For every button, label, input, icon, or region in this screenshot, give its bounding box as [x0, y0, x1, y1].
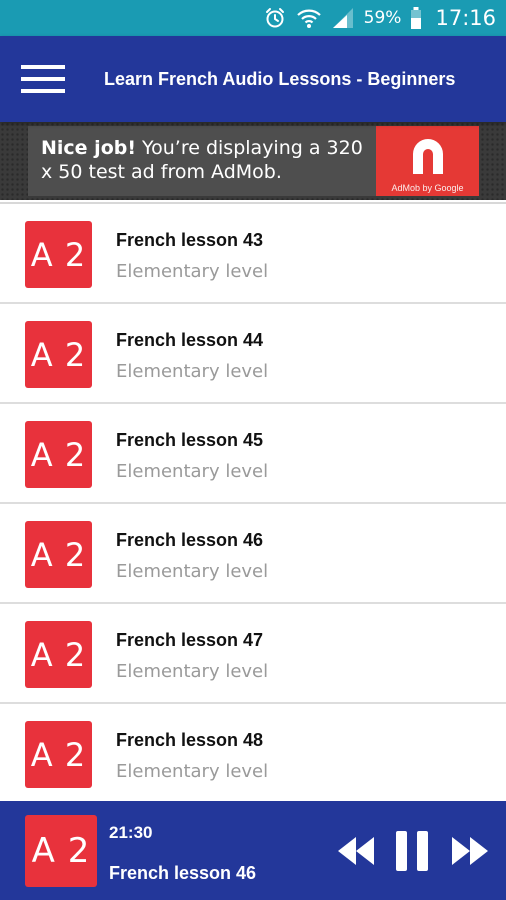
list-item[interactable]: A 2 French lesson 46 Elementary level [0, 504, 506, 604]
battery-percentage: 59% [363, 8, 402, 28]
page-title: Learn French Audio Lessons - Beginners [104, 68, 456, 89]
player-level-badge: A 2 [25, 815, 97, 887]
admob-logo-icon [405, 134, 451, 181]
signal-icon [330, 5, 356, 31]
lesson-subtitle: Elementary level [116, 661, 269, 682]
lesson-subtitle: Elementary level [116, 261, 269, 282]
ad-banner[interactable]: Nice job! You’re displaying a 320 x 50 t… [28, 126, 479, 196]
lesson-title: French lesson 44 [116, 330, 264, 350]
lesson-subtitle: Elementary level [116, 561, 269, 582]
ad-headline: Nice job! [41, 137, 137, 159]
lesson-title: French lesson 43 [116, 230, 264, 250]
list-item[interactable]: A 2 French lesson 44 Elementary level [0, 304, 506, 404]
level-badge: A 2 [25, 421, 92, 488]
battery-icon [409, 5, 423, 31]
audio-player-bar: A 2 21:30 French lesson 46 [0, 801, 506, 900]
list-item[interactable]: A 2 French lesson 45 Elementary level [0, 404, 506, 504]
lesson-title: French lesson 46 [116, 530, 264, 550]
lesson-title: French lesson 45 [116, 430, 264, 450]
ad-text: Nice job! You’re displaying a 320 x 50 t… [28, 126, 376, 196]
level-badge: A 2 [25, 321, 92, 388]
status-clock: 17:16 [435, 6, 496, 30]
app-bar: Learn French Audio Lessons - Beginners [0, 36, 506, 122]
lesson-title: French lesson 48 [116, 730, 264, 750]
level-badge: A 2 [25, 621, 92, 688]
lesson-title: French lesson 47 [116, 630, 264, 650]
alarm-icon [262, 5, 288, 31]
player-duration: 21:30 [109, 823, 153, 842]
level-badge: A 2 [25, 721, 92, 788]
admob-logo: AdMob by Google [376, 126, 479, 196]
level-badge: A 2 [25, 521, 92, 588]
lesson-subtitle: Elementary level [116, 761, 269, 782]
pause-icon[interactable] [393, 829, 433, 873]
player-track-title: French lesson 46 [109, 863, 257, 883]
rewind-icon[interactable] [336, 829, 376, 873]
list-item[interactable]: A 2 French lesson 47 Elementary level [0, 604, 506, 704]
lesson-subtitle: Elementary level [116, 461, 269, 482]
wifi-icon [296, 5, 322, 31]
status-bar: 59% 17:16 [0, 0, 506, 36]
fast-forward-icon[interactable] [450, 829, 490, 873]
lesson-list: A 2 French lesson 43 Elementary level A … [0, 204, 506, 804]
lesson-subtitle: Elementary level [116, 361, 269, 382]
level-badge: A 2 [25, 221, 92, 288]
admob-caption: AdMob by Google [391, 183, 464, 193]
list-item[interactable]: A 2 French lesson 43 Elementary level [0, 204, 506, 304]
ad-container: Nice job! You’re displaying a 320 x 50 t… [0, 122, 506, 200]
list-item[interactable]: A 2 French lesson 48 Elementary level [0, 704, 506, 804]
hamburger-menu-icon[interactable] [0, 36, 86, 122]
